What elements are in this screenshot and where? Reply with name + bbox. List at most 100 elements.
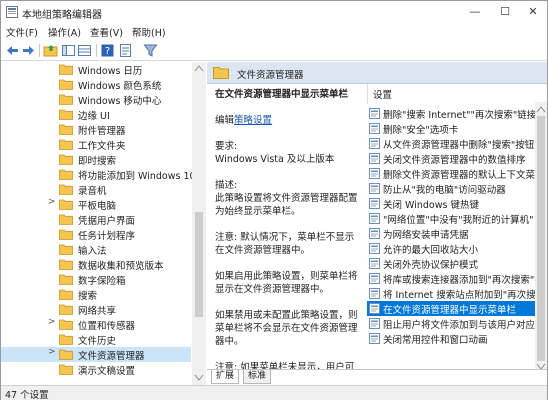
toolbar: ? [1, 40, 547, 61]
setting-item[interactable]: 允许的最大回收站大小 [367, 241, 535, 256]
settings-scrollbar[interactable] [535, 102, 547, 373]
tree-item[interactable]: 录音机 [1, 182, 191, 197]
scroll-up-icon[interactable] [536, 105, 546, 113]
tree-item[interactable]: 数字保险箱 [1, 272, 191, 287]
tree-item[interactable]: Windows 移动中心 [1, 92, 191, 107]
setting-item[interactable]: 关闭文件资源管理器中的数值排序 [367, 151, 535, 166]
tree-item-label: 工作文件夹 [78, 141, 126, 152]
menu-view[interactable]: 查看(V) [90, 25, 123, 39]
tree-item[interactable]: 输入法 [1, 242, 191, 257]
menu-file[interactable]: 文件(F) [6, 25, 38, 39]
tree-item[interactable]: 搜索 [1, 287, 191, 302]
setting-item[interactable]: 为网络安装申请凭据 [367, 226, 535, 241]
expand-chevron-icon[interactable]: > [48, 197, 56, 207]
forward-arrow-icon[interactable] [21, 43, 36, 58]
tree-item[interactable]: 附件管理器 [1, 122, 191, 137]
details-header: 文件资源管理器 [207, 62, 547, 84]
help-icon[interactable]: ? [100, 43, 115, 58]
setting-item[interactable]: 关闭 Windows 键热键 [367, 196, 535, 211]
tree-item[interactable]: 演示文稿设置 [1, 362, 191, 377]
tree-item[interactable]: 文件历史 [1, 332, 191, 347]
status-bar: 47 个设置 [1, 385, 547, 401]
setting-item-label: 关闭常用控件和窗口动画 [383, 335, 488, 346]
tree-scrollbar[interactable] [192, 62, 206, 385]
tree-item-label: 文件历史 [78, 336, 117, 347]
setting-item-label: 防止从"我的电脑"访问驱动器 [383, 185, 506, 196]
filter-icon[interactable] [143, 43, 158, 58]
edit-policy-link[interactable]: 策略设置 [234, 115, 272, 126]
settings-scroll-thumb[interactable] [537, 116, 545, 361]
folder-icon [59, 274, 73, 285]
tree-item-label: 搜索 [78, 291, 98, 302]
setting-item[interactable]: "网络位置"中没有"我附近的计算机" [367, 211, 535, 226]
window: 本地组策略编辑器 — ☐ ✕ 文件(F) 操作(A) 查看(V) 帮助(H) ?… [0, 0, 548, 401]
setting-item[interactable]: 在文件资源管理器中显示菜单栏 [367, 301, 535, 316]
tree-item[interactable]: Windows 颜色系统 [1, 77, 191, 92]
setting-item[interactable]: 阻止用户将文件添加到与该用户对应的"用户"文件夹 [367, 316, 535, 331]
folder-icon [59, 109, 73, 120]
folder-icon [59, 364, 73, 375]
setting-item-label: 删除文件资源管理器的默认上下文菜单 [383, 170, 535, 181]
tab-standard[interactable]: 标准 [243, 370, 272, 384]
scroll-down-icon[interactable] [194, 374, 204, 382]
tree-item-label: 边缘 UI [78, 111, 110, 122]
up-folder-icon[interactable] [43, 43, 58, 58]
folder-icon [59, 169, 73, 180]
setting-item[interactable]: 防止从"我的电脑"访问驱动器 [367, 181, 535, 196]
setting-item[interactable]: 关闭常用控件和窗口动画 [367, 331, 535, 346]
maximize-icon[interactable]: ☐ [496, 4, 514, 20]
scroll-up-icon[interactable] [194, 64, 204, 72]
requirements-label: 要求: [215, 141, 238, 152]
folder-icon [59, 304, 73, 315]
close-icon[interactable]: ✕ [524, 4, 542, 20]
back-arrow-icon[interactable] [5, 43, 20, 58]
setting-item-label: 关闭文件资源管理器中的数值排序 [383, 155, 526, 166]
setting-item[interactable]: 将 Internet 搜索站点附加到"再次搜索"链接 [367, 286, 535, 301]
tree-scroll-thumb[interactable] [195, 212, 203, 317]
tree-item[interactable]: 边缘 UI [1, 107, 191, 122]
tree-item[interactable]: 将功能添加到 Windows 10 [1, 167, 196, 182]
tree-item[interactable]: 数据收集和预览版本 [1, 257, 191, 272]
policy-setting-icon [369, 198, 380, 209]
tree-item[interactable]: 凭据用户界面 [1, 212, 191, 227]
tree-item-label: 即时搜索 [78, 156, 117, 167]
tree-item[interactable]: > 位置和传感器 [1, 317, 191, 332]
column-divider [367, 84, 368, 104]
policy-setting-icon [369, 258, 380, 269]
tab-extended[interactable]: 扩展 [211, 370, 240, 384]
tree-item-label: 演示文稿设置 [78, 366, 136, 377]
setting-item[interactable]: 将库或搜索连接器添加到"再次搜索"链接 [367, 271, 535, 286]
description-enabled: 如果启用此策略设置，则菜单栏将显示在文件资源管理器中。 [215, 271, 358, 295]
setting-item[interactable]: 删除"搜索 Internet""再次搜索"链接 [367, 106, 535, 121]
folder-icon [59, 184, 73, 195]
expand-chevron-icon[interactable]: > [48, 347, 56, 357]
tree-item-label: 附件管理器 [78, 126, 126, 137]
setting-item[interactable]: 删除"安全"选项卡 [367, 121, 535, 136]
expand-chevron-icon[interactable]: > [48, 317, 56, 327]
tree-item-label: 数字保险箱 [78, 276, 126, 287]
minimize-icon[interactable]: — [466, 4, 484, 20]
tree-item[interactable]: 任务计划程序 [1, 227, 191, 242]
policy-setting-icon [369, 333, 380, 344]
tree-item[interactable]: > 平板电脑 [1, 197, 191, 212]
menu-help[interactable]: 帮助(H) [132, 25, 166, 39]
show-hide-tree-icon[interactable] [61, 43, 76, 58]
grid-icon[interactable] [77, 43, 92, 58]
tree-item-label: 数据收集和预览版本 [78, 261, 164, 272]
setting-item[interactable]: 关闭外壳协议保护模式 [367, 256, 535, 271]
tree-item[interactable]: 即时搜索 [1, 152, 191, 167]
setting-item[interactable]: 删除文件资源管理器的默认上下文菜单 [367, 166, 535, 181]
description-text: 此策略设置将文件资源管理器配置为始终显示菜单栏。 [215, 193, 358, 217]
tree-item-label: 网络共享 [78, 306, 117, 317]
menu-action[interactable]: 操作(A) [48, 25, 81, 39]
setting-item[interactable]: 从文件资源管理器中删除"搜索"按钮 [367, 136, 535, 151]
tree-item[interactable]: 工作文件夹 [1, 137, 191, 152]
tree-item[interactable]: Windows 日历 [1, 62, 191, 77]
folder-icon [59, 214, 73, 225]
folder-icon [59, 154, 73, 165]
settings-column-header[interactable]: 设置 [367, 84, 537, 104]
tree-item[interactable]: 网络共享 [1, 302, 191, 317]
tree-item[interactable]: > 文件资源管理器 [1, 347, 191, 362]
properties-icon[interactable] [118, 43, 133, 58]
tree-item-label: 将功能添加到 Windows 10 [78, 171, 196, 182]
